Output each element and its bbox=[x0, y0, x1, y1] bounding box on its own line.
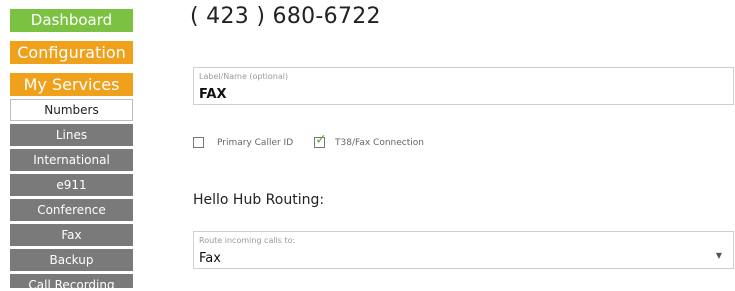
nav-dashboard[interactable]: Dashboard bbox=[10, 9, 133, 32]
t38-fax-checkbox[interactable]: ✓ bbox=[314, 133, 327, 148]
primary-caller-id-checkbox[interactable] bbox=[193, 137, 204, 148]
t38-fax-label: T38/Fax Connection bbox=[335, 138, 424, 148]
phone-number-title: ( 423 ) 680-6722 bbox=[190, 4, 381, 29]
nav-my-services[interactable]: My Services bbox=[10, 73, 133, 96]
checkmark-icon: ✓ bbox=[315, 132, 327, 148]
subnav-call-recording[interactable]: Call Recording bbox=[10, 274, 133, 288]
subnav-fax[interactable]: Fax bbox=[10, 224, 133, 246]
label-name-field[interactable]: Label/Name (optional) FAX bbox=[193, 67, 734, 105]
subnav-lines[interactable]: Lines bbox=[10, 124, 133, 146]
route-calls-select-label: Route incoming calls to: bbox=[199, 236, 296, 245]
routing-section-title: Hello Hub Routing: bbox=[193, 192, 325, 208]
primary-caller-id-label: Primary Caller ID bbox=[217, 138, 294, 148]
label-name-field-value[interactable]: FAX bbox=[199, 87, 226, 102]
subnav-numbers[interactable]: Numbers bbox=[10, 99, 133, 121]
chevron-down-icon[interactable]: ▼ bbox=[716, 251, 722, 260]
subnav-conference[interactable]: Conference bbox=[10, 199, 133, 221]
subnav-e911[interactable]: e911 bbox=[10, 174, 133, 196]
route-calls-select[interactable]: Route incoming calls to: Fax ▼ bbox=[193, 231, 734, 269]
subnav-international[interactable]: International bbox=[10, 149, 133, 171]
route-calls-select-value: Fax bbox=[199, 251, 221, 266]
sidebar: Dashboard Configuration My Services Numb… bbox=[10, 0, 133, 288]
label-name-field-label: Label/Name (optional) bbox=[199, 72, 289, 81]
subnav-backup[interactable]: Backup bbox=[10, 249, 133, 271]
nav-configuration[interactable]: Configuration bbox=[10, 41, 133, 64]
